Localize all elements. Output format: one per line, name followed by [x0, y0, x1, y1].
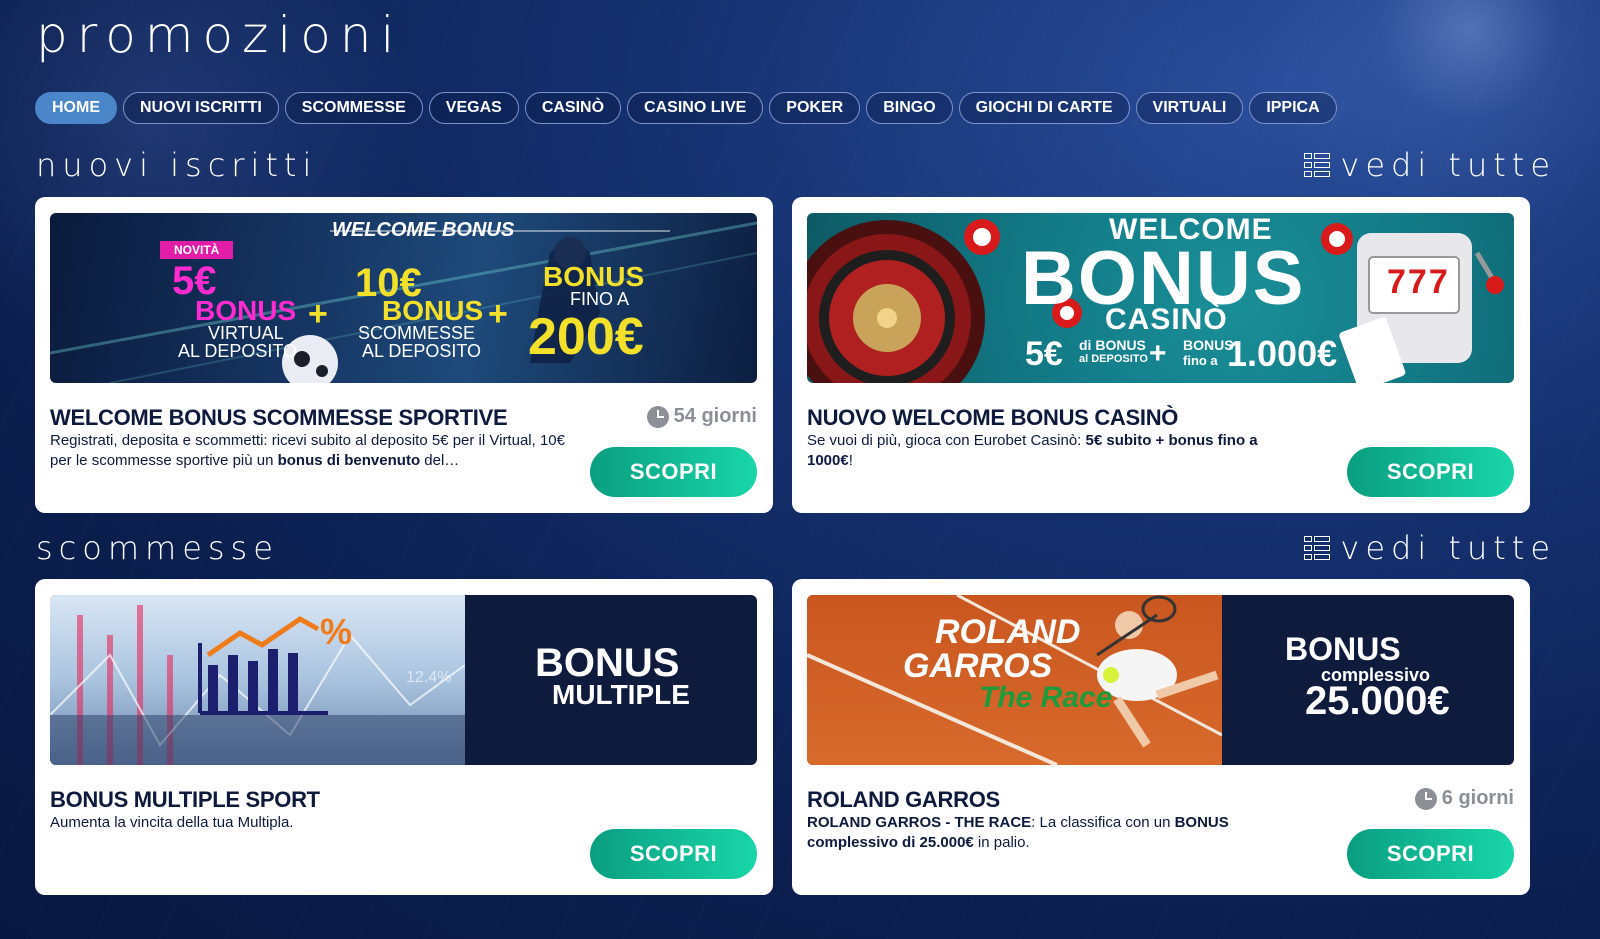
card-description: ROLAND GARROS - THE RACE: La classifica …: [807, 814, 1229, 851]
grid-list-icon: [1304, 153, 1331, 177]
card-title: ROLAND GARROS: [807, 787, 1000, 812]
section-title-nuovi-iscritti: nuovi iscritti: [36, 146, 318, 184]
page-title: promozioni: [36, 6, 404, 64]
days-label: 54 giorni: [673, 405, 757, 427]
tab-home[interactable]: HOME: [35, 92, 117, 124]
scopri-button[interactable]: SCOPRI: [590, 829, 757, 879]
banner-plus-2: +: [488, 295, 508, 333]
banner-small-di-bonus: di BONUS: [1079, 337, 1146, 353]
banner-multiple: MULTIPLE: [552, 679, 690, 710]
banner-small-bonus: BONUS: [1183, 337, 1234, 353]
chart-stat: 12.4%: [406, 669, 452, 686]
tab-scommesse[interactable]: SCOMMESSE: [284, 92, 423, 124]
card-description: Registrati, deposita e scommetti: ricevi…: [50, 432, 565, 469]
tab-virtuali[interactable]: VIRTUALI: [1135, 92, 1244, 124]
see-all-link-nuovi-iscritti[interactable]: vedi tutte: [1304, 146, 1556, 184]
days-label: 6 giorni: [1441, 787, 1514, 809]
promo-banner-roland-garros[interactable]: ROLAND GARROS The Race BONUS complessivo…: [807, 595, 1514, 765]
growth-chart-decoration: [50, 605, 465, 765]
promo-banner-welcome-sport[interactable]: WELCOME BONUS NOVITÀ 5€ BONUS VIRTUAL AL…: [50, 213, 757, 383]
scopri-button[interactable]: SCOPRI: [1347, 829, 1514, 879]
card-description: Se vuoi di più, gioca con Eurobet Casinò…: [807, 432, 1258, 469]
tab-casino-live[interactable]: CASINO LIVE: [627, 92, 764, 124]
clock-icon: [646, 405, 669, 428]
tab-poker[interactable]: POKER: [769, 92, 861, 124]
promo-banner-welcome-casino[interactable]: 777 WELCOME BONUS CASINÒ 5€ di BONUS al …: [807, 213, 1514, 383]
promo-card-welcome-bonus-casino: 777 WELCOME BONUS CASINÒ 5€ di BONUS al …: [792, 197, 1530, 513]
card-description: Aumenta la vincita della tua Multipla.: [50, 814, 294, 831]
tab-vegas[interactable]: VEGAS: [428, 92, 519, 124]
card-title: BONUS MULTIPLE SPORT: [50, 787, 320, 812]
tab-bingo[interactable]: BINGO: [866, 92, 953, 124]
percent-icon: %: [320, 611, 353, 652]
scopri-button[interactable]: SCOPRI: [590, 447, 757, 497]
card-title: NUOVO WELCOME BONUS CASINÒ: [807, 405, 1179, 430]
slot-reels: 777: [1387, 263, 1450, 301]
banner-small-al-deposito: al DEPOSITO: [1079, 353, 1148, 365]
banner-plus: +: [1149, 337, 1167, 370]
tab-ippica[interactable]: IPPICA: [1249, 92, 1337, 124]
clock-icon: [1414, 787, 1437, 810]
grid-list-icon: [1304, 536, 1331, 560]
section-title-scommesse: scommesse: [36, 529, 279, 567]
promo-card-roland-garros: ROLAND GARROS The Race BONUS complessivo…: [792, 579, 1530, 895]
banner-small-fino-a: fino a: [1183, 353, 1218, 368]
banner-amount-25000: 25.000€: [1305, 679, 1450, 723]
card-title: WELCOME BONUS SCOMMESSE SPORTIVE: [50, 405, 508, 430]
banner-casino: CASINÒ: [1105, 303, 1228, 336]
banner-amount-200: 200€: [528, 308, 644, 366]
banner-amount-5: 5€: [1025, 335, 1063, 373]
banner-bonus: BONUS: [1285, 631, 1401, 667]
banner-header: WELCOME BONUS: [332, 219, 515, 241]
category-tabs: HOME NUOVI ISCRITTI SCOMMESSE VEGAS CASI…: [35, 92, 1337, 124]
scopri-button[interactable]: SCOPRI: [1347, 447, 1514, 497]
promo-banner-bonus-multiple[interactable]: % 12.4% BONUS MULTIPLE: [50, 595, 757, 765]
tab-casino[interactable]: CASINÒ: [524, 92, 622, 124]
see-all-link-scommesse[interactable]: vedi tutte: [1304, 529, 1556, 567]
tab-nuovi-iscritti[interactable]: NUOVI ISCRITTI: [123, 92, 279, 124]
banner-plus-1: +: [308, 295, 328, 333]
promo-card-welcome-bonus-scommesse: WELCOME BONUS NOVITÀ 5€ BONUS VIRTUAL AL…: [35, 197, 773, 513]
new-badge: NOVITÀ: [160, 241, 234, 259]
promo-card-bonus-multiple: % 12.4% BONUS MULTIPLE BONUS MULTIPLE SP…: [35, 579, 773, 895]
days-remaining: 6 giorni: [1414, 787, 1514, 810]
banner-line-deposit-a: AL DEPOSITO: [178, 341, 298, 361]
days-remaining: 54 giorni: [646, 405, 757, 428]
banner-amount-1000: 1.000€: [1227, 333, 1338, 374]
banner-the-race: The Race: [979, 681, 1113, 714]
see-all-label: vedi tutte: [1340, 529, 1556, 567]
banner-line-deposit-b: AL DEPOSITO: [362, 341, 482, 361]
see-all-label: vedi tutte: [1340, 146, 1556, 184]
tab-giochi-di-carte[interactable]: GIOCHI DI CARTE: [958, 92, 1130, 124]
